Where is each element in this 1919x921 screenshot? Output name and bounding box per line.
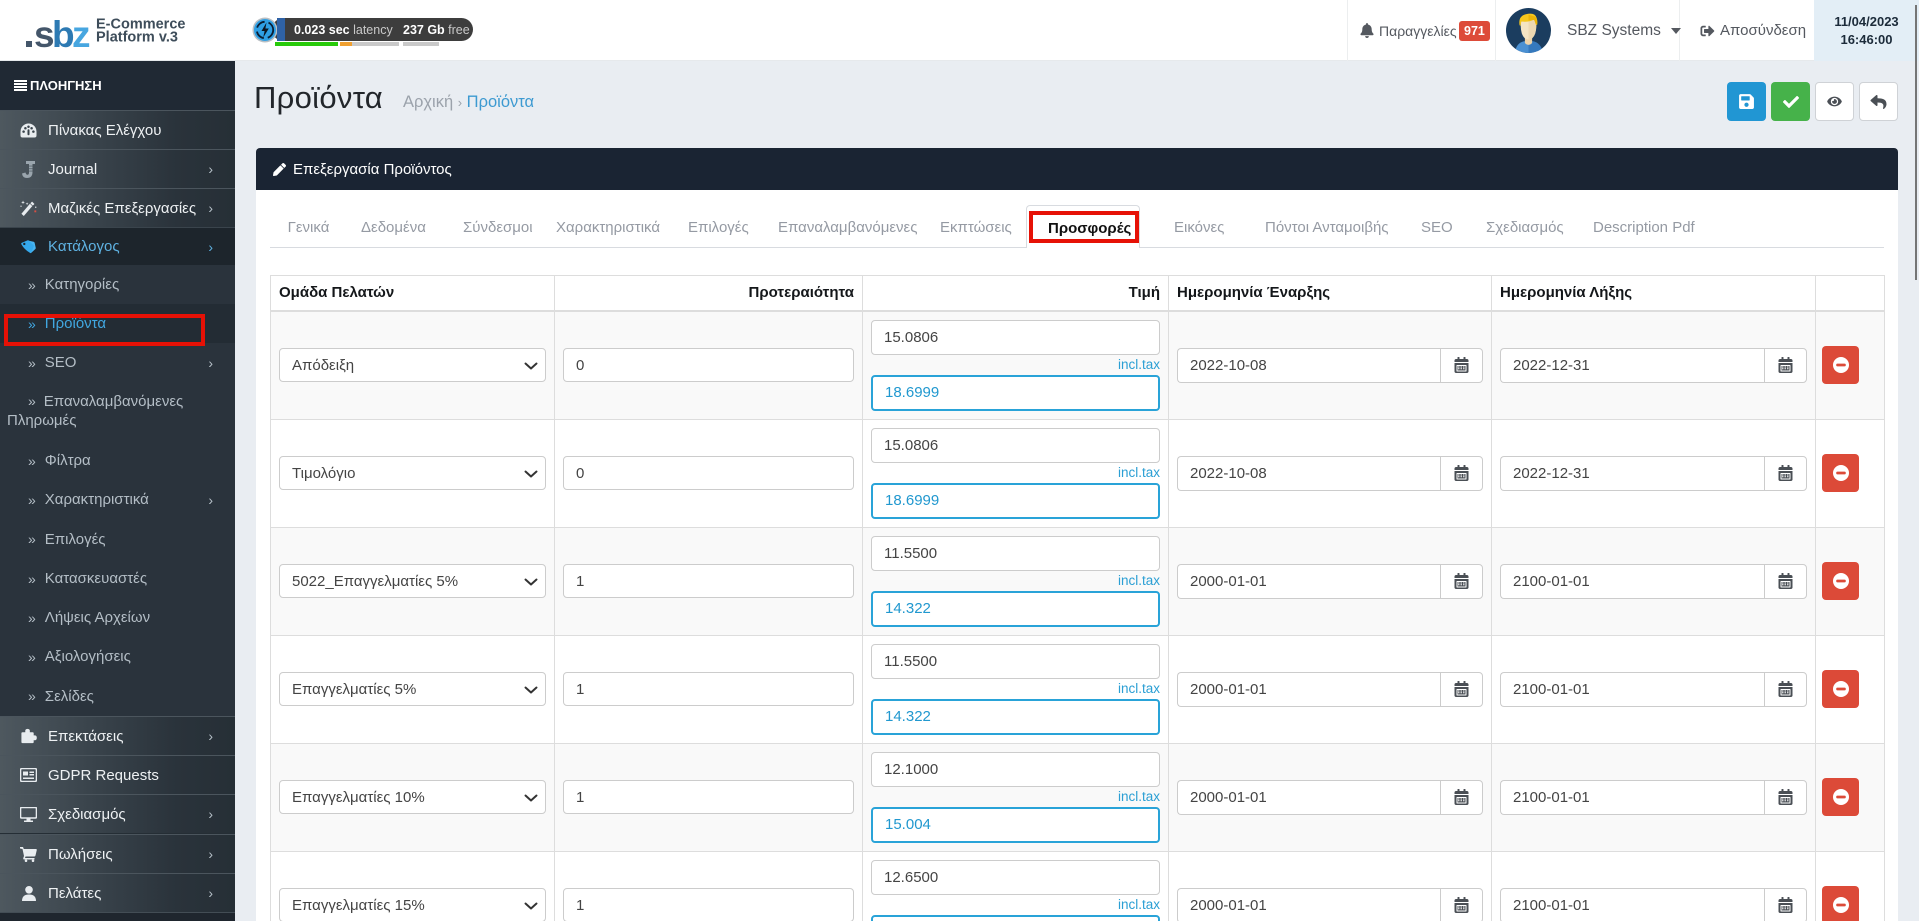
svg-text:z: z xyxy=(72,14,91,55)
svg-text:Platform v.3: Platform v.3 xyxy=(96,30,178,46)
